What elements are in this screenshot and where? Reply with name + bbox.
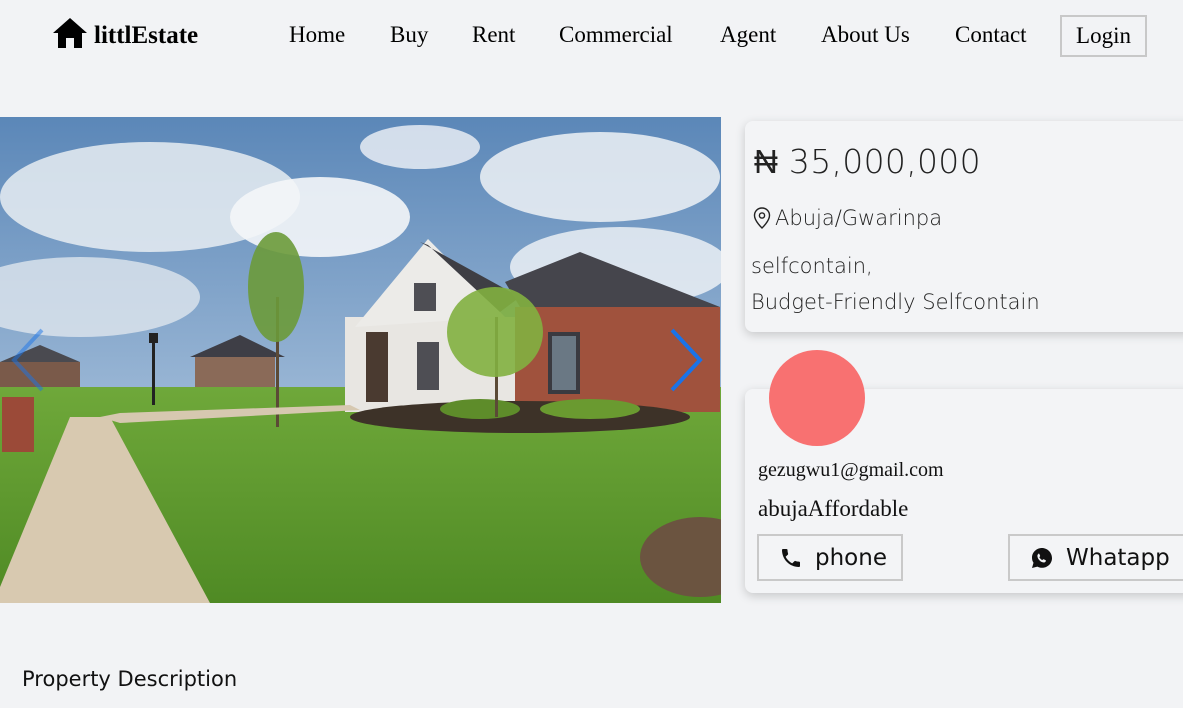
carousel-prev-icon[interactable] (10, 328, 46, 392)
nav-link-buy[interactable]: Buy (390, 22, 428, 48)
listing-location: Abuja/Gwarinpa (753, 206, 942, 230)
nav-link-commercial[interactable]: Commercial (559, 22, 673, 48)
site-logo[interactable]: littlEstate (52, 16, 198, 50)
nav-link-about-us[interactable]: About Us (821, 22, 910, 48)
nav-link-home[interactable]: Home (289, 22, 345, 48)
whatsapp-button-label: Whatapp (1066, 544, 1170, 571)
listing-title: Budget-Friendly Selfcontain (751, 290, 1040, 314)
agent-email: gezugwu1@gmail.com (758, 459, 944, 481)
whatsapp-icon (1032, 547, 1052, 568)
agent-avatar (769, 350, 865, 446)
listing-price: ₦ 35,000,000 (754, 142, 981, 181)
listing-type: selfcontain, (751, 254, 873, 278)
login-button[interactable]: Login (1060, 15, 1147, 57)
map-pin-icon (753, 207, 771, 229)
property-photo (0, 117, 721, 603)
house-icon (53, 18, 87, 48)
phone-button[interactable]: phone (757, 534, 903, 581)
logo-text: littlEstate (94, 22, 199, 49)
agent-name: abujaAffordable (758, 496, 909, 521)
whatsapp-button[interactable]: Whatapp (1008, 534, 1183, 581)
top-navbar: littlEstate Home Buy Rent Commercial Age… (0, 0, 1183, 76)
location-text: Abuja/Gwarinpa (775, 206, 943, 230)
nav-link-agent[interactable]: Agent (720, 22, 776, 48)
property-image-carousel[interactable] (0, 117, 721, 603)
phone-icon (782, 548, 800, 567)
nav-link-contact[interactable]: Contact (955, 22, 1027, 48)
carousel-next-icon[interactable] (668, 328, 704, 392)
property-description-heading: Property Description (22, 667, 238, 691)
phone-button-label: phone (815, 544, 887, 571)
nav-link-rent[interactable]: Rent (472, 22, 515, 48)
